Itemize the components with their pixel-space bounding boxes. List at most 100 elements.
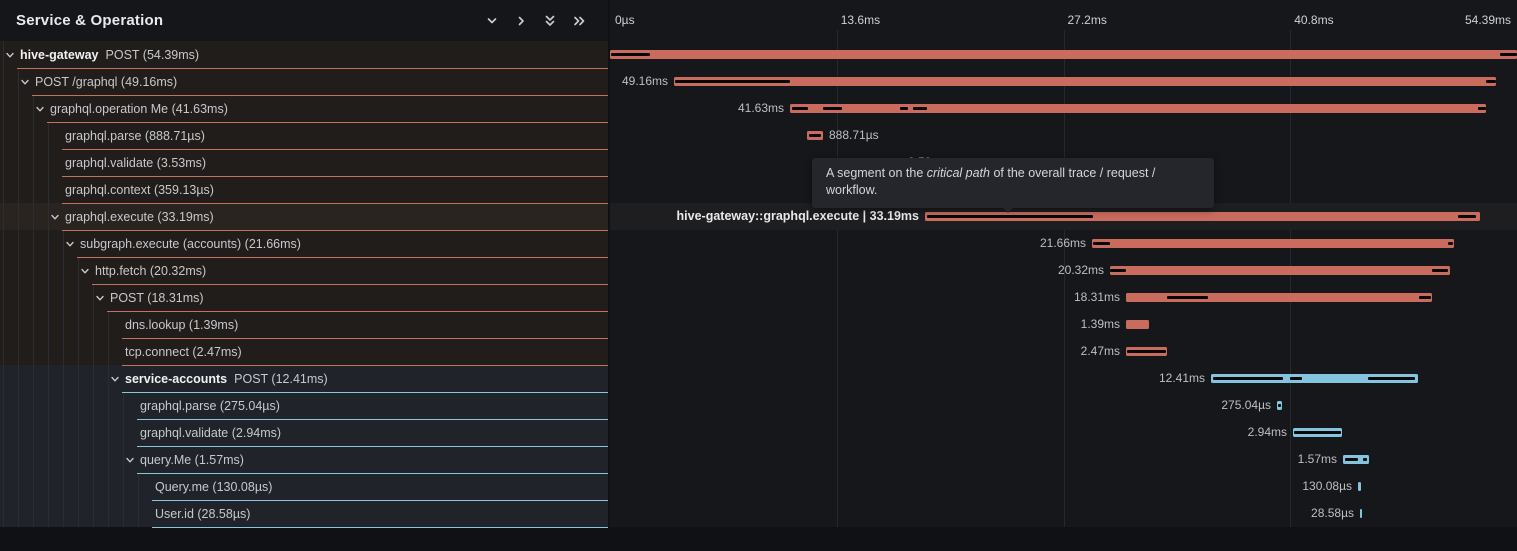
span-duration-bar[interactable] (1092, 239, 1454, 248)
span-timeline-row[interactable]: 1.57ms (610, 446, 1517, 473)
span-duration-bar[interactable] (1110, 266, 1450, 275)
chevron-down-icon[interactable] (5, 50, 15, 60)
row-underline (122, 392, 608, 393)
critical-path-segment[interactable] (1167, 296, 1208, 299)
critical-path-segment[interactable] (1363, 458, 1367, 461)
span-duration-bar[interactable] (1126, 320, 1149, 329)
timeline-tick-label: 27.2ms (1068, 13, 1107, 27)
indent-guide (63, 257, 64, 284)
span-duration-bar[interactable] (1360, 509, 1362, 518)
indent-guide (48, 392, 49, 419)
span-timeline-row[interactable]: 21.66ms (610, 230, 1517, 257)
span-timeline-row[interactable]: 888.71µs (610, 122, 1517, 149)
critical-path-segment[interactable] (792, 107, 808, 110)
indent-guide (3, 41, 4, 68)
span-row[interactable]: graphql.context (359.13µs) (0, 176, 608, 203)
span-row[interactable]: graphql.validate (2.94ms) (0, 419, 608, 446)
critical-path-segment[interactable] (1486, 80, 1496, 83)
span-timeline-row[interactable]: 28.58µs (610, 500, 1517, 527)
critical-path-segment[interactable] (1278, 404, 1281, 407)
critical-path-segment[interactable] (1368, 377, 1415, 380)
indent-guide (123, 446, 124, 473)
critical-path-segment[interactable] (927, 215, 1093, 218)
indent-guide (33, 257, 34, 284)
span-row[interactable]: dns.lookup (1.39ms) (0, 311, 608, 338)
critical-path-segment[interactable] (1110, 269, 1126, 272)
span-duration-bar[interactable] (610, 50, 1517, 59)
span-row[interactable]: http.fetch (20.32ms) (0, 257, 608, 284)
span-timeline-row[interactable]: 41.63ms (610, 95, 1517, 122)
span-row[interactable]: tcp.connect (2.47ms) (0, 338, 608, 365)
span-row[interactable]: graphql.execute (33.19ms) (0, 203, 608, 230)
indent-guide (3, 95, 4, 122)
critical-path-segment[interactable] (1213, 377, 1283, 380)
row-underline (107, 311, 608, 312)
span-row[interactable]: query.Me (1.57ms) (0, 446, 608, 473)
span-row[interactable]: service-accountsPOST (12.41ms) (0, 365, 608, 392)
double-chevron-right-icon[interactable] (572, 14, 586, 28)
critical-path-segment[interactable] (1500, 53, 1517, 56)
chevron-down-icon[interactable] (20, 77, 30, 87)
indent-guide (48, 311, 49, 338)
span-timeline-row[interactable]: 20.32ms (610, 257, 1517, 284)
span-row[interactable]: hive-gatewayPOST (54.39ms) (0, 41, 608, 68)
critical-path-segment[interactable] (900, 107, 908, 110)
critical-path-segment[interactable] (1478, 107, 1486, 110)
span-row[interactable]: Query.me (130.08µs) (0, 473, 608, 500)
chevron-down-icon[interactable] (125, 455, 135, 465)
chevron-down-icon[interactable] (65, 239, 75, 249)
span-row[interactable]: User.id (28.58µs) (0, 500, 608, 527)
span-row[interactable]: POST /graphql (49.16ms) (0, 68, 608, 95)
span-timeline-row[interactable]: 12.41ms (610, 365, 1517, 392)
double-chevron-down-icon[interactable] (543, 14, 557, 28)
critical-path-segment[interactable] (1345, 458, 1358, 461)
span-duration-bar[interactable] (674, 77, 1496, 86)
critical-path-segment[interactable] (1294, 431, 1341, 434)
span-timeline-row[interactable]: 130.08µs (610, 473, 1517, 500)
critical-path-segment[interactable] (675, 80, 790, 83)
span-row[interactable]: POST (18.31ms) (0, 284, 608, 311)
critical-path-segment[interactable] (1432, 269, 1448, 272)
critical-path-segment[interactable] (1093, 242, 1110, 245)
span-timeline-row[interactable]: 2.47ms (610, 338, 1517, 365)
indent-guide (48, 446, 49, 473)
critical-path-segment[interactable] (809, 134, 821, 137)
span-row[interactable]: graphql.parse (888.71µs) (0, 122, 608, 149)
critical-path-segment[interactable] (823, 107, 842, 110)
span-timeline-row[interactable]: 18.31ms (610, 284, 1517, 311)
chevron-down-icon[interactable] (50, 212, 60, 222)
span-label: graphql.parse (275.04µs) (140, 399, 280, 413)
span-row[interactable]: graphql.operation Me (41.63ms) (0, 95, 608, 122)
indent-guide (63, 365, 64, 392)
chevron-down-icon[interactable] (80, 266, 90, 276)
span-row[interactable]: graphql.validate (3.53ms) (0, 149, 608, 176)
critical-path-segment[interactable] (1127, 350, 1166, 353)
span-duration-bar[interactable] (790, 104, 1486, 113)
span-label: tcp.connect (2.47ms) (125, 345, 242, 359)
chevron-down-icon[interactable] (485, 14, 499, 28)
chevron-down-icon[interactable] (35, 104, 45, 114)
critical-path-segment[interactable] (1448, 242, 1453, 245)
span-duration-label: 41.63ms (738, 95, 784, 122)
critical-path-segment[interactable] (1290, 377, 1302, 380)
indent-guide (48, 203, 49, 230)
span-row[interactable]: graphql.parse (275.04µs) (0, 392, 608, 419)
span-row[interactable]: subgraph.execute (accounts) (21.66ms) (0, 230, 608, 257)
critical-path-segment[interactable] (913, 107, 927, 110)
span-timeline-row[interactable]: 275.04µs (610, 392, 1517, 419)
span-timeline-row[interactable]: 2.94ms (610, 419, 1517, 446)
indent-guide (3, 122, 4, 149)
span-timeline-row[interactable] (610, 41, 1517, 68)
chevron-down-icon[interactable] (95, 293, 105, 303)
span-duration-bar[interactable] (1358, 482, 1361, 491)
critical-path-segment[interactable] (1419, 296, 1431, 299)
chevron-right-icon[interactable] (514, 14, 528, 28)
row-underline (62, 203, 608, 204)
indent-guide (63, 338, 64, 365)
span-timeline-row[interactable]: 1.39ms (610, 311, 1517, 338)
span-timeline-row[interactable]: 49.16ms (610, 68, 1517, 95)
chevron-down-icon[interactable] (110, 374, 120, 384)
indent-guide (48, 149, 49, 176)
critical-path-segment[interactable] (1458, 215, 1476, 218)
critical-path-segment[interactable] (611, 53, 650, 56)
